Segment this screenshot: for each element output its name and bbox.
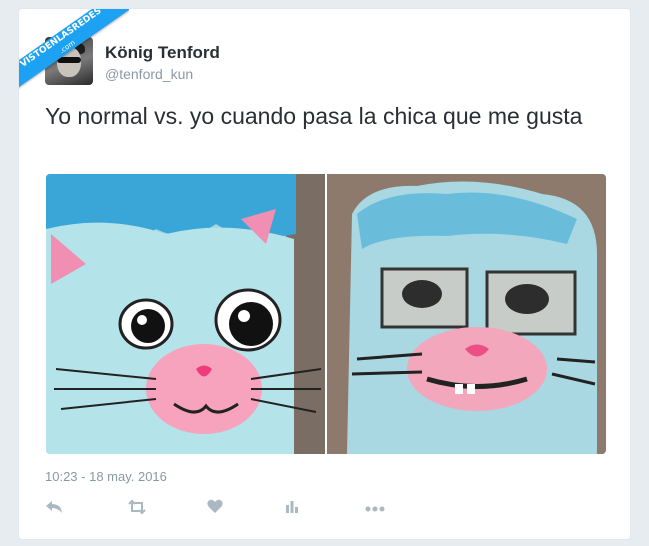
watermark-ribbon: VISTOENLASREDES .com [19, 9, 129, 119]
tweet-card: VISTOENLASREDES .com König Tenford @tenf… [18, 8, 631, 540]
tweet-media[interactable] [46, 174, 606, 454]
reply-icon[interactable] [45, 499, 63, 520]
tweet-actions [45, 499, 405, 519]
watermark-text: VISTOENLASREDES [19, 9, 104, 70]
tweet-text: Yo normal vs. yo cuando pasa la chica qu… [45, 103, 583, 129]
photo-normal-sock[interactable] [46, 174, 325, 454]
photo-worn-sock[interactable] [327, 174, 606, 454]
more-icon[interactable] [365, 499, 385, 517]
analytics-icon[interactable] [285, 499, 299, 518]
tweet-timestamp[interactable]: 10:23 - 18 may. 2016 [45, 469, 167, 484]
like-icon[interactable] [207, 499, 223, 519]
retweet-icon[interactable] [127, 499, 147, 520]
